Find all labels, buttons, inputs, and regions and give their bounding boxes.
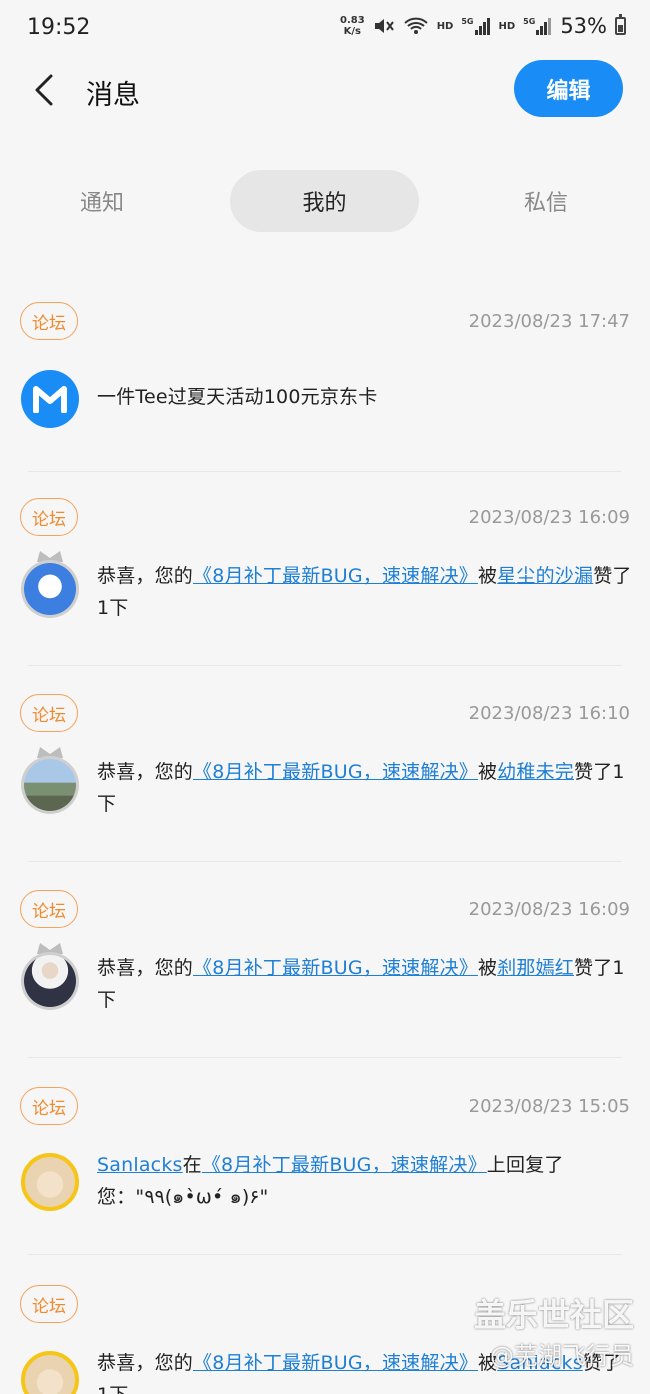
message-item[interactable]: 论坛 2023/08/23 15:05 Sanlacks在《8月补丁最新BUG，…: [0, 1087, 650, 1257]
user-avatar[interactable]: [21, 942, 79, 1012]
message-item[interactable]: 论坛 2023/08/23 16:09 恭喜，您的《8月补丁最新BUG，速速解决…: [0, 498, 650, 668]
message-text: 恭喜，您的《8月补丁最新BUG，速速解决》被幼稚未完赞了1下: [97, 761, 625, 815]
divider: [28, 665, 622, 666]
status-bar: 19:52 0.83 K/s HD 5G HD 5G 53%: [0, 0, 650, 60]
message-time: 2023/08/23 15:05: [468, 1096, 630, 1117]
hd-label-1: HD: [436, 20, 454, 32]
divider: [28, 1254, 622, 1255]
message-time: 2023/08/23 16:10: [468, 703, 630, 724]
post-link[interactable]: 《8月补丁最新BUG，速速解决》: [193, 761, 478, 783]
forum-badge: 论坛: [20, 498, 78, 536]
wifi-icon: [403, 16, 429, 36]
message-time: 2023/08/23 16:09: [468, 507, 630, 528]
user-link[interactable]: Sanlacks: [97, 1154, 183, 1176]
post-link[interactable]: 《8月补丁最新BUG，速速解决》: [193, 565, 478, 587]
user-avatar[interactable]: [21, 550, 79, 620]
mute-icon: [373, 16, 395, 36]
message-text: 恭喜，您的《8月补丁最新BUG，速速解决》被星尘的沙漏赞了1下: [97, 565, 632, 619]
back-button[interactable]: [24, 68, 64, 112]
forum-badge: 论坛: [20, 1087, 78, 1125]
message-item[interactable]: 论坛 2023/08/23 16:09 恭喜，您的《8月补丁最新BUG，速速解决…: [0, 890, 650, 1060]
message-text: 一件Tee过夏天活动100元京东卡: [97, 386, 378, 408]
message-item[interactable]: 论坛 2023/08/23 17:47 一件Tee过夏天活动100元京东卡: [0, 302, 650, 472]
network-speed: 0.83 K/s: [340, 15, 365, 37]
tab-private-messages[interactable]: 私信: [486, 170, 606, 232]
cat-avatar-icon[interactable]: [21, 1351, 79, 1394]
hd-label-2: HD: [498, 20, 516, 32]
edit-button[interactable]: 编辑: [514, 60, 623, 117]
message-time: 2023/08/23 17:47: [468, 311, 630, 332]
goat-avatar-icon: [24, 563, 76, 615]
status-time: 19:52: [27, 15, 91, 40]
man-avatar-icon: [24, 955, 76, 1007]
post-link[interactable]: 《8月补丁最新BUG，速速解决》: [193, 1352, 478, 1374]
divider: [28, 471, 622, 472]
watermark-title: 盖乐世社区: [473, 1296, 634, 1334]
forum-badge: 论坛: [20, 1285, 78, 1323]
tab-notifications[interactable]: 通知: [42, 170, 162, 232]
message-text: Sanlacks在《8月补丁最新BUG，速速解决》上回复了您："٩٩(๑•̀ω•…: [97, 1154, 564, 1208]
forum-badge: 论坛: [20, 302, 78, 340]
user-link[interactable]: 刹那嫣红: [497, 957, 574, 979]
post-link[interactable]: 《8月补丁最新BUG，速速解决》: [202, 1154, 487, 1176]
user-avatar[interactable]: [21, 746, 79, 816]
message-text: 恭喜，您的《8月补丁最新BUG，速速解决》被刹那嫣红赞了1下: [97, 957, 625, 1011]
message-item[interactable]: 论坛 2023/08/23 16:10 恭喜，您的《8月补丁最新BUG，速速解决…: [0, 694, 650, 864]
post-link[interactable]: 《8月补丁最新BUG，速速解决》: [193, 957, 478, 979]
divider: [28, 1057, 622, 1058]
user-link[interactable]: 星尘的沙漏: [497, 565, 593, 587]
tab-mine[interactable]: 我的: [230, 170, 419, 232]
signal-icon-2: 5G: [523, 17, 552, 35]
battery-percent: 53%: [560, 14, 607, 38]
status-icons: 0.83 K/s HD 5G HD 5G 53%: [340, 14, 626, 38]
cat-avatar-icon[interactable]: [21, 1153, 79, 1211]
message-time: 2023/08/23 16:09: [468, 899, 630, 920]
user-link[interactable]: 幼稚未完: [497, 761, 574, 783]
tab-bar: 通知 我的 私信: [0, 170, 650, 234]
app-logo-m-icon: [21, 370, 79, 428]
forum-badge: 论坛: [20, 694, 78, 732]
signal-icon-1: 5G: [461, 17, 490, 35]
app-header: 消息 编辑: [0, 60, 650, 120]
battery-icon: [615, 14, 626, 35]
forum-badge: 论坛: [20, 890, 78, 928]
divider: [28, 861, 622, 862]
landscape-avatar-icon: [24, 759, 76, 811]
page-title: 消息: [86, 80, 140, 111]
watermark-author: @芜湖飞行员: [490, 1342, 634, 1370]
chevron-left-icon: [35, 74, 53, 106]
